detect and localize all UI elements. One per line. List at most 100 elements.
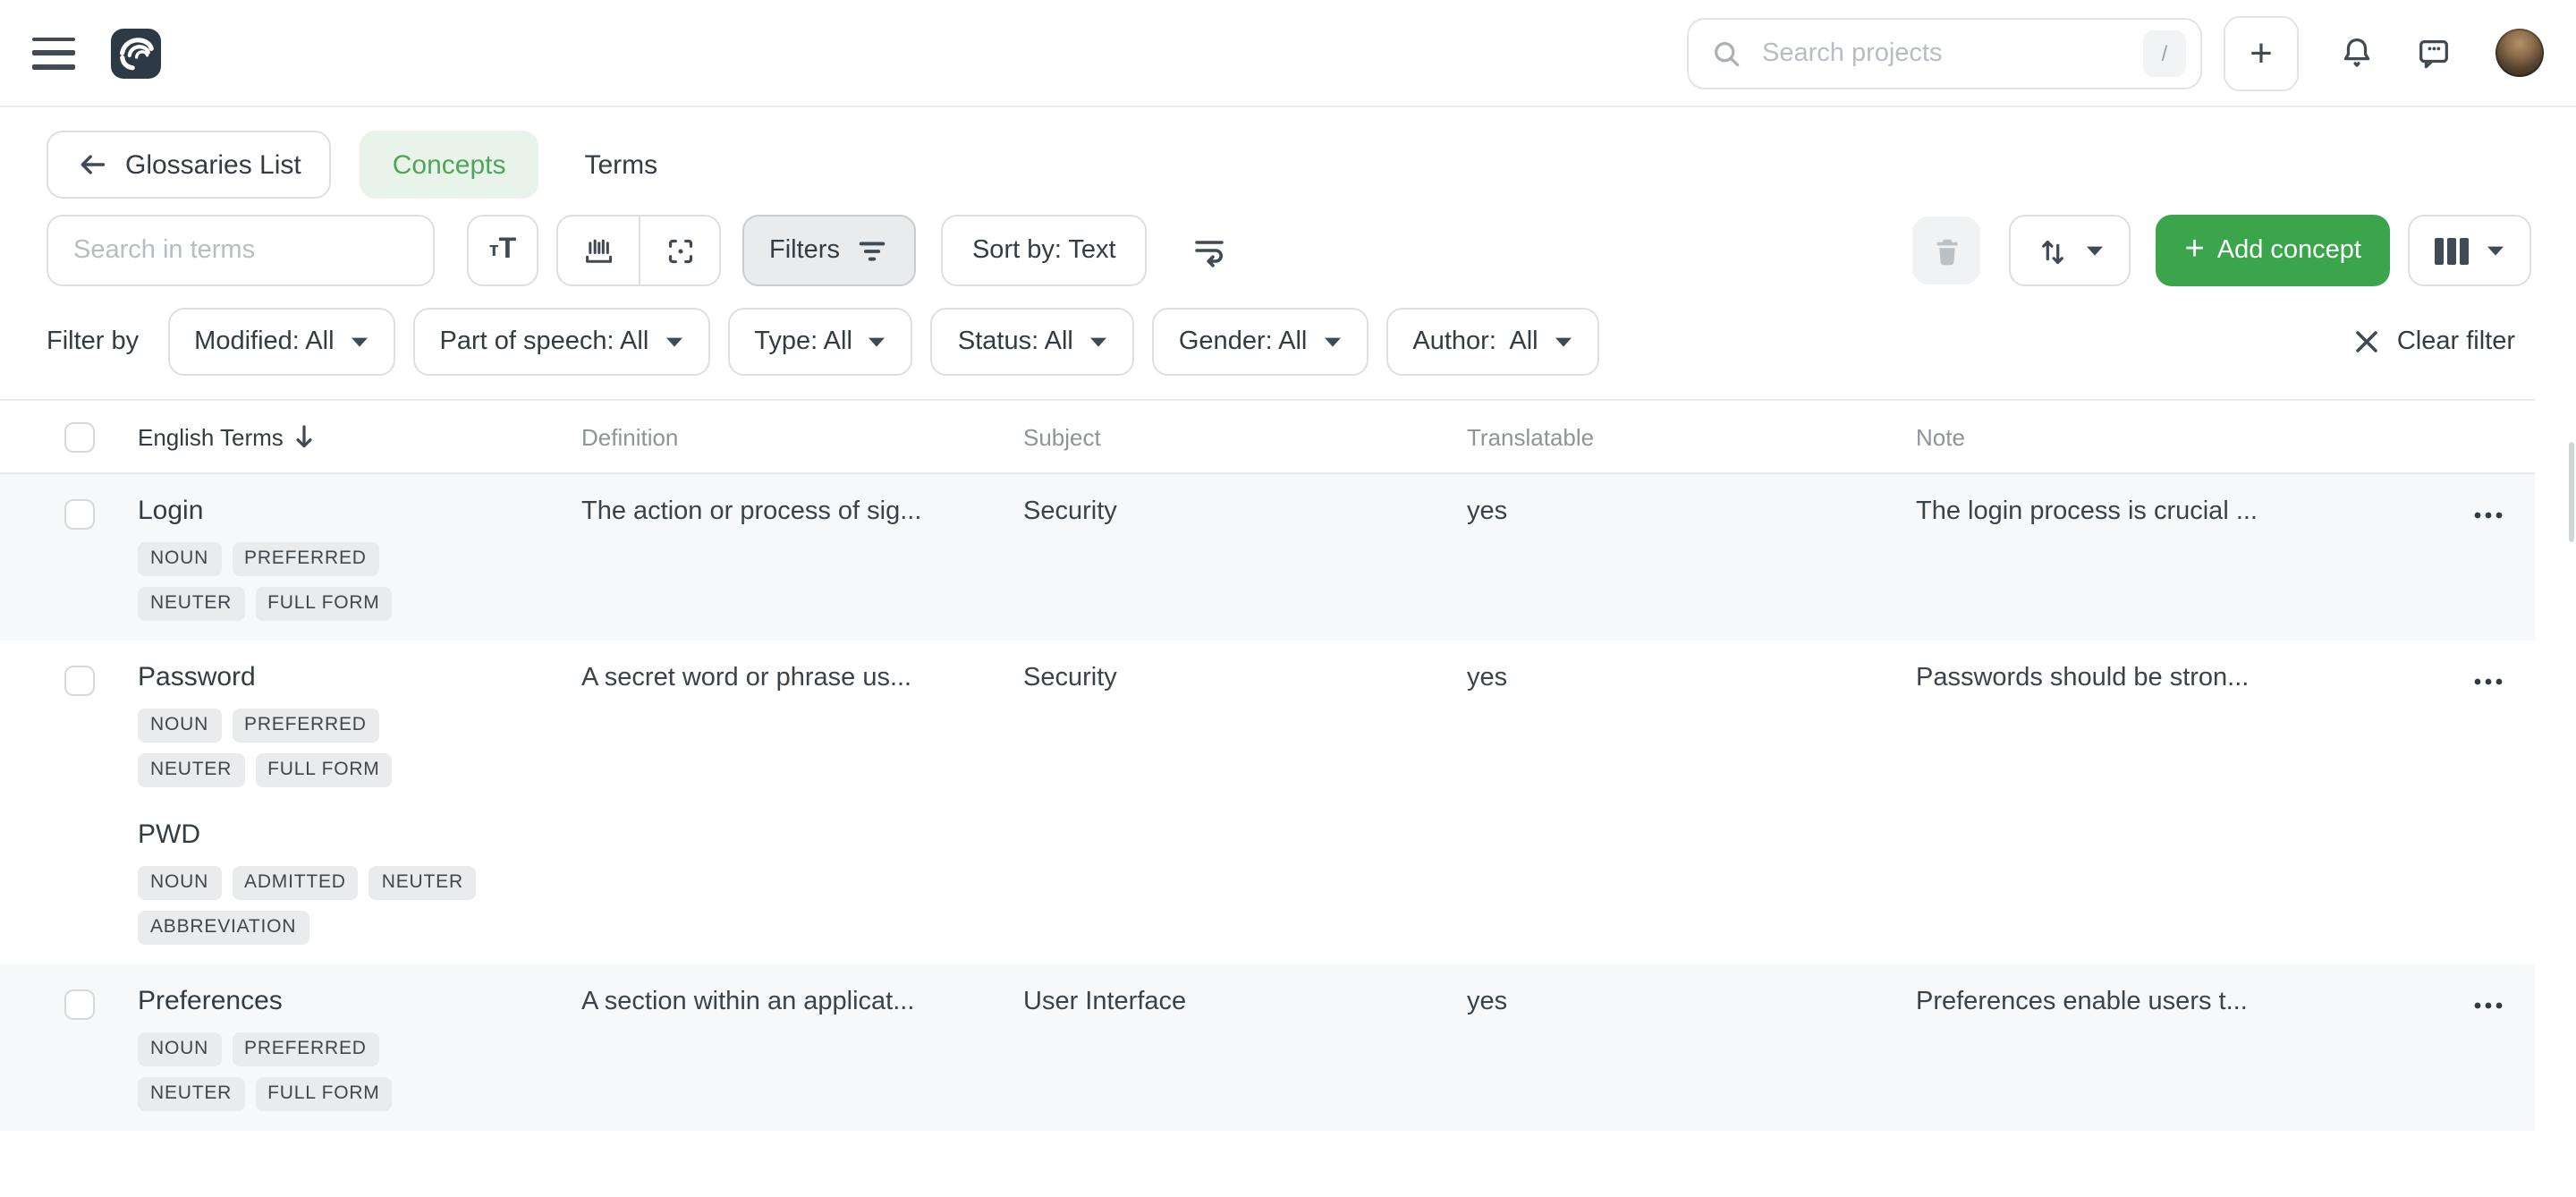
- definition-cell: The action or process of sig...: [581, 494, 1023, 621]
- chevron-down-icon: [869, 335, 886, 348]
- terms-cell: Password NOUN PREFERRED NEUTER FULL FORM PWDN…: [138, 660, 581, 945]
- definition-cell: A section within an applicat...: [581, 984, 1023, 1111]
- select-all-checkbox[interactable]: [64, 421, 95, 452]
- term-group: PreferencesNOUNPREFERREDNEUTERFULL FORM: [138, 984, 581, 1111]
- exact-match-button[interactable]: [639, 216, 719, 284]
- clear-filter-button[interactable]: Clear filter: [2354, 327, 2515, 356]
- chevron-down-icon: [1323, 335, 1341, 348]
- term-badge: ADMITTED: [232, 866, 359, 900]
- term-text[interactable]: Login: [138, 494, 581, 530]
- add-concept-button[interactable]: + Add concept: [2157, 215, 2390, 286]
- chevron-down-icon: [1089, 335, 1107, 348]
- table-header: English Terms Definition Subject Transla…: [0, 399, 2535, 474]
- filter-dropdown-modified[interactable]: Modified: All: [167, 308, 394, 376]
- delete-button[interactable]: [1913, 216, 1981, 284]
- app-logo-icon[interactable]: [111, 28, 161, 78]
- column-header-english-terms[interactable]: English Terms: [138, 423, 581, 450]
- term-badge: FULL FORM: [255, 753, 392, 787]
- more-dots-icon: [2472, 510, 2504, 521]
- chevron-down-icon: [1555, 335, 1572, 348]
- filter-dropdown-label: Modified: All: [194, 327, 334, 356]
- column-header-subject[interactable]: Subject: [1023, 423, 1467, 450]
- chevron-down-icon: [351, 335, 369, 348]
- filter-dropdown-label: Author: All: [1412, 327, 1538, 356]
- filter-dropdown-part-of-speech[interactable]: Part of speech: All: [413, 308, 710, 376]
- term-group: PWDNOUNADMITTEDNEUTERABBREVIATION: [138, 818, 581, 945]
- messages-chat-icon[interactable]: [2415, 34, 2453, 72]
- row-checkbox[interactable]: [64, 499, 95, 530]
- table-body: Login NOUN PREFERRED NEUTER FULL FORM The ac…: [0, 474, 2576, 1131]
- more-dots-icon: [2472, 676, 2504, 687]
- filters-button[interactable]: Filters: [742, 215, 917, 286]
- translatable-cell: yes: [1467, 494, 1916, 621]
- columns-dropdown[interactable]: [2408, 215, 2531, 286]
- create-new-button[interactable]: +: [2224, 15, 2299, 90]
- trash-icon: [1930, 233, 1964, 267]
- term-badge: FULL FORM: [255, 1077, 392, 1111]
- notifications-bell-icon[interactable]: [2338, 34, 2376, 72]
- note-cell: Passwords should be stron...: [1916, 660, 2472, 945]
- filter-bar: Filter by Modified: All Part of speech: …: [0, 308, 2576, 376]
- filter-dropdown-type[interactable]: Type: All: [727, 308, 913, 376]
- row-more-button[interactable]: [2472, 497, 2519, 533]
- sort-by-button[interactable]: Sort by: Text: [942, 215, 1147, 286]
- row-more-button[interactable]: [2472, 664, 2519, 700]
- filters-button-label: Filters: [769, 236, 840, 265]
- terms-cell: PreferencesNOUNPREFERREDNEUTERFULL FORM: [138, 984, 581, 1111]
- glossary-nav: Glossaries List Concepts Terms: [0, 131, 2576, 199]
- wrap-lines-icon: [1190, 231, 1229, 270]
- term-badge: NOUN: [138, 1032, 221, 1066]
- subject-cell: Security: [1023, 660, 1467, 945]
- plus-icon: +: [2185, 233, 2205, 267]
- terms-toolbar: тT Filters: [0, 215, 2576, 286]
- project-search-input[interactable]: [1758, 37, 2143, 69]
- term-badges: NOUNPREFERREDNEUTERFULL FORM: [138, 542, 496, 621]
- filter-dropdown-author[interactable]: Author: All: [1385, 308, 1598, 376]
- terms-search-input[interactable]: [70, 234, 411, 267]
- filter-dropdown-label: Gender: All: [1179, 327, 1308, 356]
- concepts-table: English Terms Definition Subject Transla…: [0, 399, 2576, 1131]
- term-badge: PREFERRED: [232, 709, 379, 743]
- table-row: Password NOUN PREFERRED NEUTER FULL FORM PWDN…: [0, 641, 2535, 964]
- subject-cell: Security: [1023, 494, 1467, 621]
- term-badge: ABBREVIATION: [138, 911, 309, 945]
- filter-dropdown-gender[interactable]: Gender: All: [1152, 308, 1368, 376]
- search-shortcut-hint: /: [2143, 30, 2186, 76]
- row-checkbox[interactable]: [64, 666, 95, 696]
- hamburger-menu-icon[interactable]: [32, 37, 75, 69]
- table-row: PreferencesNOUNPREFERREDNEUTERFULL FORM …: [0, 964, 2535, 1131]
- filter-by-label: Filter by: [47, 327, 139, 356]
- chevron-down-icon: [2087, 244, 2105, 257]
- user-avatar[interactable]: [2496, 29, 2544, 77]
- match-case-button[interactable]: тT: [467, 215, 538, 286]
- term-text[interactable]: PWD: [138, 818, 581, 853]
- back-button-label: Glossaries List: [125, 149, 301, 180]
- term-badge: PREFERRED: [232, 1032, 379, 1066]
- chevron-down-icon: [665, 335, 682, 348]
- terms-cell: LoginNOUNPREFERREDNEUTERFULL FORM: [138, 494, 581, 621]
- wrap-lines-button[interactable]: [1179, 215, 1240, 286]
- note-cell: The login process is crucial ...: [1916, 494, 2472, 621]
- add-concept-label: Add concept: [2217, 236, 2361, 265]
- whole-word-button[interactable]: [558, 216, 639, 284]
- column-header-translatable[interactable]: Translatable: [1467, 423, 1916, 450]
- column-header-definition[interactable]: Definition: [581, 423, 1023, 450]
- column-header-note[interactable]: Note: [1916, 423, 2472, 450]
- import-export-dropdown[interactable]: [2010, 215, 2131, 286]
- row-checkbox[interactable]: [64, 989, 95, 1020]
- term-badge: NOUN: [138, 709, 221, 743]
- row-more-button[interactable]: [2472, 988, 2519, 1023]
- filter-dropdown-label: Status: All: [958, 327, 1073, 356]
- vertical-scrollbar[interactable]: [2569, 442, 2574, 542]
- filter-dropdown-status[interactable]: Status: All: [931, 308, 1134, 376]
- back-arrow-icon: [77, 150, 107, 179]
- tab-terms[interactable]: Terms: [553, 131, 691, 199]
- back-to-glossaries-button[interactable]: Glossaries List: [47, 131, 332, 199]
- term-text[interactable]: Password: [138, 660, 581, 696]
- term-text[interactable]: Preferences: [138, 984, 581, 1020]
- table-row: LoginNOUNPREFERREDNEUTERFULL FORM The ac…: [0, 474, 2535, 641]
- tab-concepts[interactable]: Concepts: [360, 131, 538, 199]
- term-badge: PREFERRED: [232, 542, 379, 576]
- term-badge: NOUN: [138, 542, 221, 576]
- term-badge: NEUTER: [138, 753, 244, 787]
